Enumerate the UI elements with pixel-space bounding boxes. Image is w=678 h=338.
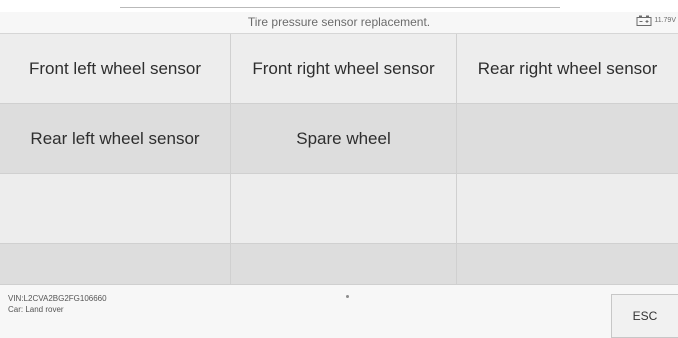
empty-menu-cell — [457, 174, 678, 244]
battery-voltage: 11.79V — [654, 17, 676, 24]
menu-item-label: Rear right wheel sensor — [477, 58, 658, 78]
empty-menu-cell — [457, 244, 678, 284]
front-left-wheel-sensor-button[interactable]: Front left wheel sensor — [0, 34, 231, 104]
rear-right-wheel-sensor-button[interactable]: Rear right wheel sensor — [457, 34, 678, 104]
menu-item-label: Rear left wheel sensor — [30, 128, 200, 148]
car-text: Car: Land rover — [8, 305, 64, 314]
page-title: Tire pressure sensor replacement. — [247, 15, 431, 29]
empty-menu-cell — [457, 104, 678, 174]
empty-menu-cell — [0, 244, 231, 284]
empty-menu-cell — [231, 174, 457, 244]
menu-item-label: Spare wheel — [296, 128, 391, 148]
vin-text: VIN:L2CVA2BG2FG106660 — [8, 294, 107, 303]
rear-left-wheel-sensor-button[interactable]: Rear left wheel sensor — [0, 104, 231, 174]
page-indicator-dot — [346, 295, 349, 298]
front-right-wheel-sensor-button[interactable]: Front right wheel sensor — [231, 34, 457, 104]
battery-icon — [636, 15, 652, 26]
esc-button[interactable]: ESC — [611, 294, 678, 338]
vehicle-info: VIN:L2CVA2BG2FG106660 Car: Land rover — [8, 293, 107, 315]
menu-item-label: Front left wheel sensor — [29, 58, 201, 78]
status-bar — [0, 0, 678, 12]
sensor-menu-grid: Front left wheel sensor Front right whee… — [0, 34, 678, 284]
footer-bar: VIN:L2CVA2BG2FG106660 Car: Land rover ES… — [0, 284, 678, 338]
empty-menu-cell — [231, 244, 457, 284]
empty-menu-cell — [0, 174, 231, 244]
battery-indicator: 11.79V — [636, 15, 676, 26]
status-bar-divider — [120, 7, 560, 8]
title-bar: Tire pressure sensor replacement. 11.79V — [0, 12, 678, 34]
menu-item-label: Front right wheel sensor — [252, 58, 435, 78]
spare-wheel-button[interactable]: Spare wheel — [231, 104, 457, 174]
